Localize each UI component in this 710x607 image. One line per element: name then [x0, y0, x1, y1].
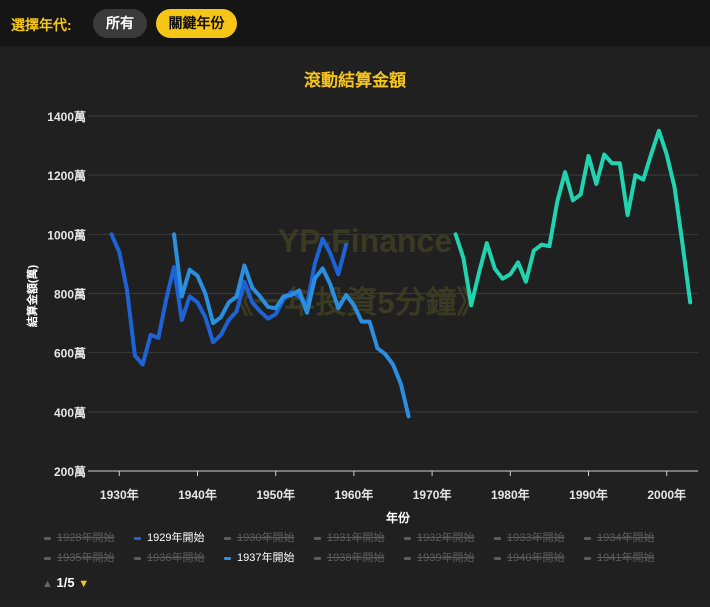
chart-title: 滾動結算金額 [304, 70, 406, 90]
y-tick-label: 400萬 [54, 405, 86, 420]
x-tick-label: 1980年 [491, 487, 530, 502]
legend-label: 1937年開始 [237, 552, 295, 564]
legend-label: 1932年開始 [417, 532, 475, 544]
legend-swatch [224, 556, 231, 560]
x-tick-label: 1930年 [100, 487, 139, 502]
y-axis-label: 結算金額(萬) [25, 265, 39, 328]
x-tick-label: 1990年 [569, 487, 608, 502]
x-axis-label: 年份 [386, 510, 411, 525]
x-tick-label: 1950年 [256, 487, 295, 502]
legend-label: 1938年開始 [327, 552, 385, 564]
legend-swatch [494, 536, 501, 540]
legend-label: 1936年開始 [147, 552, 205, 564]
series-line-2 [453, 128, 693, 308]
legend-swatch [494, 556, 501, 560]
legend-swatch [584, 536, 591, 540]
legend-swatch [134, 536, 141, 540]
legend-swatch [404, 556, 411, 560]
legend-label: 1930年開始 [237, 532, 295, 544]
legend-item[interactable]: 1937年開始 [224, 550, 294, 566]
legend-item[interactable]: 1936年開始 [134, 550, 204, 566]
legend-item[interactable]: 1934年開始 [584, 530, 654, 546]
legend-swatch [44, 556, 51, 560]
legend-item[interactable]: 1931年開始 [314, 530, 384, 546]
pager-count: 1/5 [56, 575, 75, 590]
legend-item[interactable]: 1939年開始 [404, 550, 474, 566]
y-tick-label: 600萬 [54, 346, 86, 361]
legend-item[interactable]: 1928年開始 [44, 530, 114, 546]
y-tick-label: 1200萬 [47, 168, 86, 183]
y-tick-label: 1000萬 [47, 227, 86, 242]
legend-label: 1939年開始 [417, 552, 475, 564]
triangle-down-icon[interactable]: ▼ [78, 578, 89, 590]
legend-label: 1941年開始 [597, 552, 655, 564]
y-tick-label: 1400萬 [47, 109, 86, 124]
chart-svg: 滾動結算金額YP-Finance《一年投資5分鐘》200萬400萬600萬800… [25, 70, 698, 525]
legend-item[interactable]: 1938年開始 [314, 550, 384, 566]
legend-item[interactable]: 1935年開始 [44, 550, 114, 566]
triangle-up-icon[interactable]: ▲ [42, 578, 53, 590]
legend-item[interactable]: 1941年開始 [584, 550, 654, 566]
legend-swatch [584, 556, 591, 560]
y-tick-label: 200萬 [54, 464, 86, 479]
legend-item[interactable]: 1940年開始 [494, 550, 564, 566]
legend-item[interactable]: 1932年開始 [404, 530, 474, 546]
x-tick-label: 2000年 [647, 487, 686, 502]
x-tick-label: 1960年 [335, 487, 374, 502]
legend-item[interactable]: 1929年開始 [134, 530, 204, 546]
legend-label: 1928年開始 [57, 532, 115, 544]
legend-label: 1931年開始 [327, 532, 385, 544]
legend-pager: ▲ 1/5 ▼ [42, 575, 89, 590]
legend-label: 1935年開始 [57, 552, 115, 564]
legend-swatch [44, 536, 51, 540]
y-tick-label: 800萬 [54, 287, 86, 302]
x-tick-label: 1940年 [178, 487, 217, 502]
legend-item[interactable]: 1930年開始 [224, 530, 294, 546]
legend-label: 1933年開始 [507, 532, 565, 544]
legend-swatch [314, 536, 321, 540]
x-tick-label: 1970年 [413, 487, 452, 502]
legend-item[interactable]: 1933年開始 [494, 530, 564, 546]
legend-swatch [404, 536, 411, 540]
legend-swatch [224, 536, 231, 540]
legend-swatch [134, 556, 141, 560]
legend-label: 1929年開始 [147, 532, 205, 544]
legend-swatch [314, 556, 321, 560]
watermark-line-1: YP-Finance [278, 223, 452, 259]
legend-label: 1934年開始 [597, 532, 655, 544]
legend-label: 1940年開始 [507, 552, 565, 564]
